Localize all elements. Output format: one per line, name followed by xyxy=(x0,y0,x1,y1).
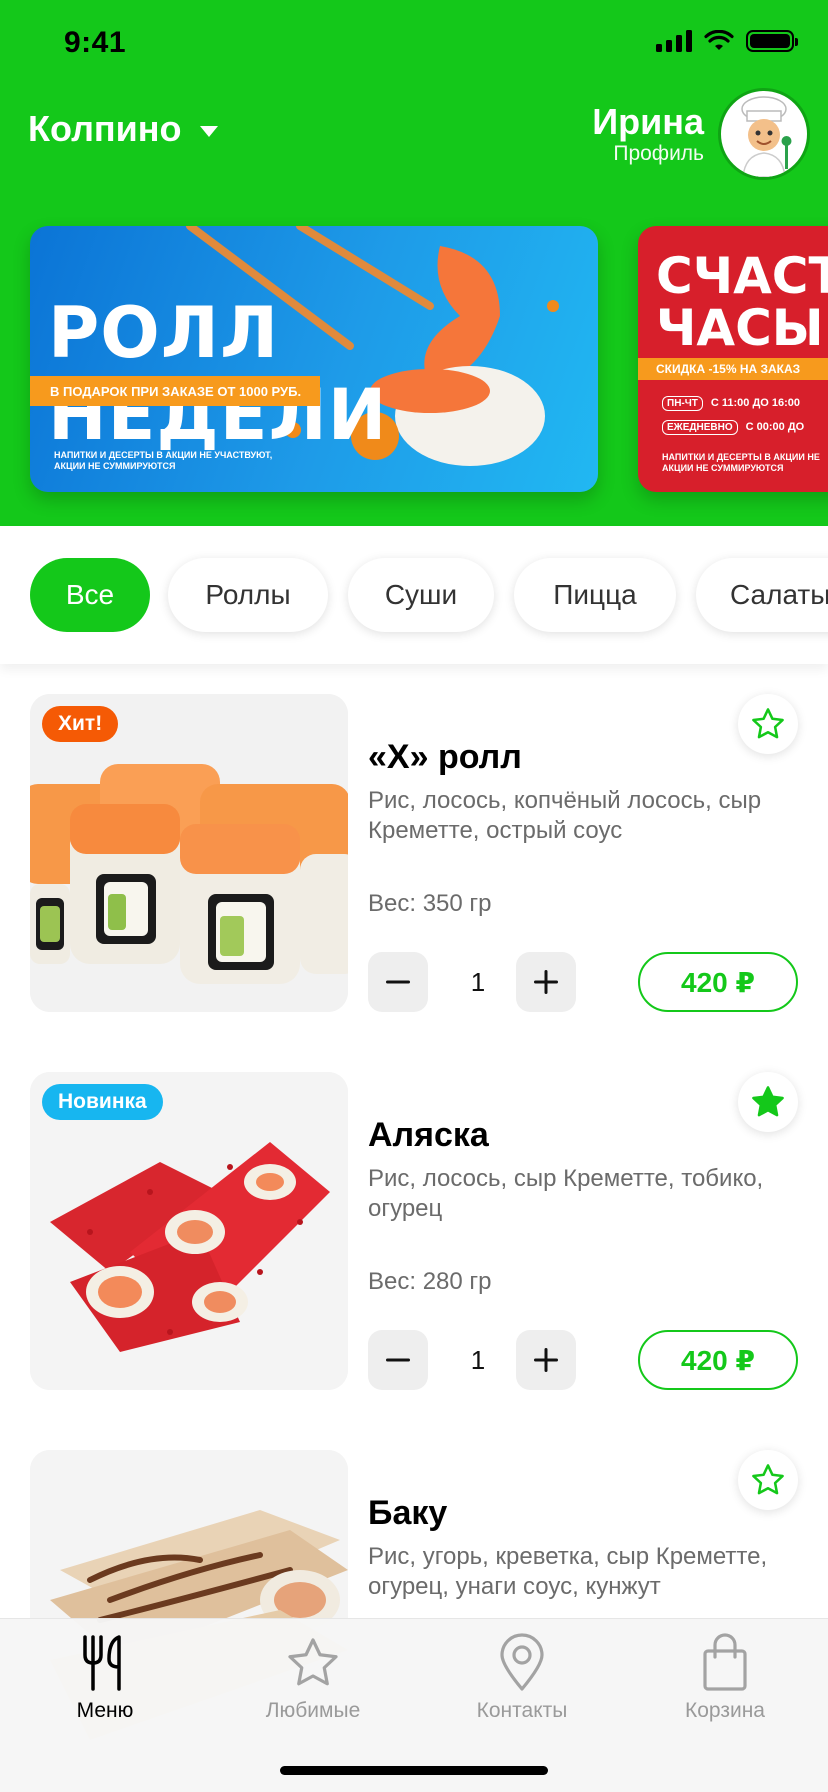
banner-note: НАПИТКИ И ДЕСЕРТЫ В АКЦИИ НЕ УЧАСТВУЮТ, … xyxy=(54,450,273,471)
banner-tag: ПН-ЧТ xyxy=(662,396,703,411)
promo-banner-happy-hours[interactable]: СЧАСТЛ ЧАСЫ СКИДКА -15% НА ЗАКАЗ ПН-ЧТ С … xyxy=(638,226,828,492)
tab-label: Любимые xyxy=(265,1699,361,1722)
product-card: Новинка Аляска Рис, лосось, сыр Креметте… xyxy=(30,1072,800,1390)
product-name: Баку xyxy=(368,1494,448,1532)
banner-row-daily: ЕЖЕДНЕВНО С 00:00 ДО xyxy=(662,420,804,435)
favorite-button[interactable] xyxy=(738,1072,798,1132)
chevron-down-icon xyxy=(199,125,218,137)
tab-label: Корзина xyxy=(685,1699,765,1722)
tab-cart[interactable]: Корзина xyxy=(640,1633,810,1733)
tab-label: Контакты xyxy=(476,1699,568,1722)
category-chip-pizza[interactable]: Пицца xyxy=(514,558,676,632)
profile-text: Ирина Профиль xyxy=(592,102,704,166)
product-card: Хит! «X» ролл Рис, лосось, копчёный лосо… xyxy=(30,694,800,1012)
product-image[interactable]: Новинка xyxy=(30,1072,348,1390)
city-label: Колпино xyxy=(28,108,182,149)
quantity-value: 1 xyxy=(470,1344,486,1375)
category-chip-all[interactable]: Все xyxy=(30,558,150,632)
fork-knife-icon xyxy=(83,1635,121,1691)
banner-tag: ЕЖЕДНЕВНО xyxy=(662,420,738,435)
add-to-cart-price-button[interactable]: 420 ₽ xyxy=(638,1330,798,1390)
product-description: Рис, лосось, сыр Креметте, тобико, огуре… xyxy=(368,1165,764,1222)
banner-row-weekdays: ПН-ЧТ С 11:00 ДО 16:00 xyxy=(662,396,800,411)
category-chip-sushi[interactable]: Суши xyxy=(348,558,494,632)
banner-title-line1: СЧАСТЛ xyxy=(656,247,828,305)
decrease-quantity-button[interactable] xyxy=(368,952,428,1012)
cellular-signal-icon xyxy=(656,30,692,52)
plus-icon xyxy=(534,970,558,994)
status-icons xyxy=(656,30,798,52)
tab-menu[interactable]: Меню xyxy=(20,1633,190,1733)
star-outline-icon xyxy=(752,708,784,739)
profile-button[interactable]: Ирина Профиль xyxy=(592,88,810,180)
banner-title: РОЛЛ НЕДЕЛИ xyxy=(48,292,388,456)
minus-icon xyxy=(386,1358,410,1362)
new-badge: Новинка xyxy=(42,1084,163,1120)
chef-avatar-icon xyxy=(741,96,792,177)
banner-strip: СКИДКА -15% НА ЗАКАЗ xyxy=(638,358,828,380)
city-selector[interactable]: Колпино xyxy=(28,108,218,150)
product-description: Рис, угорь, креветка, сыр Креметте, огур… xyxy=(368,1543,768,1600)
banner-row-text: С 11:00 ДО 16:00 xyxy=(710,397,801,409)
product-name: «X» ролл xyxy=(368,738,522,776)
banner-title: СЧАСТЛ ЧАСЫ xyxy=(656,250,828,354)
battery-icon xyxy=(746,30,798,52)
product-description: Рис, лосось, копчёный лосось, сыр Кремет… xyxy=(368,787,762,844)
banner-title-line2: ЧАСЫ xyxy=(656,299,824,357)
promo-banner-roll-of-week[interactable]: РОЛЛ НЕДЕЛИ В ПОДАРОК ПРИ ЗАКАЗЕ ОТ 1000… xyxy=(30,226,598,492)
category-chip-rolls[interactable]: Роллы xyxy=(168,558,328,632)
profile-label: Профиль xyxy=(613,142,704,165)
wifi-icon xyxy=(704,30,734,50)
header: 9:41 Колпино Ирина Профиль РОЛЛ НЕДЕЛИ В… xyxy=(0,0,828,526)
star-outline-icon xyxy=(752,1464,784,1495)
tab-favorites[interactable]: Любимые xyxy=(228,1633,398,1733)
tab-label: Меню xyxy=(76,1699,134,1722)
tab-contacts[interactable]: Контакты xyxy=(437,1633,607,1733)
banner-row-text: С 00:00 ДО xyxy=(745,421,805,433)
home-indicator xyxy=(280,1766,548,1775)
product-name: Аляска xyxy=(368,1116,489,1154)
product-weight: Вес: 280 гр xyxy=(368,1268,492,1295)
product-image[interactable]: Хит! xyxy=(30,694,348,1012)
hit-badge: Хит! xyxy=(42,706,119,742)
banner-note: НАПИТКИ И ДЕСЕРТЫ В АКЦИИ НЕ АКЦИИ НЕ СУ… xyxy=(662,452,820,474)
shopping-bag-icon xyxy=(703,1633,747,1691)
category-chip-salads[interactable]: Салаты xyxy=(696,558,828,632)
star-filled-icon xyxy=(752,1086,784,1117)
decrease-quantity-button[interactable] xyxy=(368,1330,428,1390)
favorite-button[interactable] xyxy=(738,694,798,754)
increase-quantity-button[interactable] xyxy=(516,952,576,1012)
increase-quantity-button[interactable] xyxy=(516,1330,576,1390)
quantity-value: 1 xyxy=(470,966,486,997)
star-icon xyxy=(288,1638,338,1686)
product-weight: Вес: 350 гр xyxy=(368,890,492,917)
banner-note-line1: НАПИТКИ И ДЕСЕРТЫ В АКЦИИ НЕ xyxy=(662,452,820,462)
favorite-button[interactable] xyxy=(738,1450,798,1510)
category-filter-bar: Все Роллы Суши Пицца Салаты xyxy=(0,526,828,664)
add-to-cart-price-button[interactable]: 420 ₽ xyxy=(638,952,798,1012)
banner-strip: В ПОДАРОК ПРИ ЗАКАЗЕ ОТ 1000 РУБ. xyxy=(30,376,320,406)
banner-note-line2: АКЦИИ НЕ СУММИРУЮТСЯ xyxy=(662,463,784,473)
minus-icon xyxy=(386,980,410,984)
plus-icon xyxy=(534,1348,558,1372)
profile-name: Ирина xyxy=(592,101,704,142)
avatar[interactable] xyxy=(718,88,810,180)
status-time: 9:41 xyxy=(64,26,127,59)
location-pin-icon xyxy=(500,1633,544,1691)
